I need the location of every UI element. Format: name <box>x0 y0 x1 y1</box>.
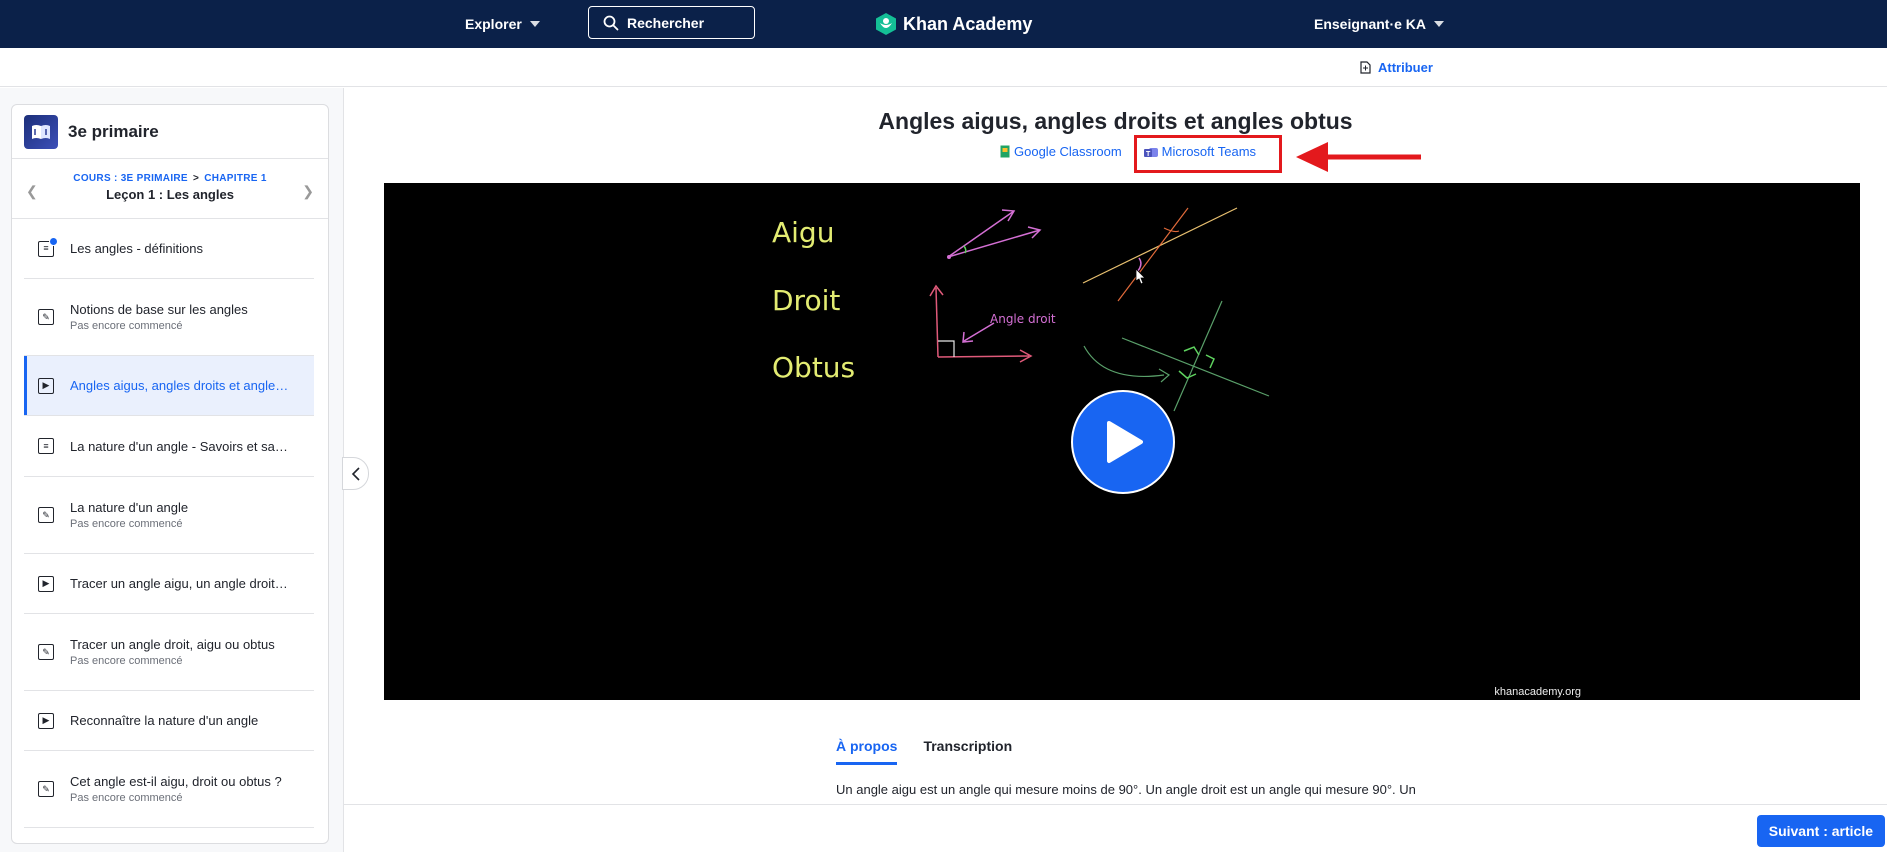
lesson-item-title: La nature d'un angle <box>70 500 189 515</box>
lesson-item[interactable]: ✎ La nature d'un angle Pas encore commenc… <box>24 477 314 554</box>
explore-label: Explorer <box>465 16 522 32</box>
chevron-down-icon <box>1434 21 1445 27</box>
course-navigation: 3e primaire ❮ COURS : 3E PRIMAIRE > CHAP… <box>11 104 329 844</box>
next-article-button[interactable]: Suivant : article <box>1756 815 1885 847</box>
lesson-item-title: Notions de base sur les angles <box>70 302 248 317</box>
sidebar: 3e primaire ❮ COURS : 3E PRIMAIRE > CHAP… <box>0 88 344 852</box>
article-icon: ≡ <box>38 438 54 454</box>
lesson-item-title: Cet angle est-il aigu, droit ou obtus ? <box>70 774 282 789</box>
lesson-item-title: Angles aigus, angles droits et angles ob… <box>70 378 290 393</box>
assign-button[interactable]: Attribuer <box>1360 60 1433 75</box>
previous-lesson-icon[interactable]: ❮ <box>26 183 38 200</box>
book-icon <box>24 114 58 149</box>
lesson-item-title: Reconnaître la nature d'un angle <box>70 713 259 728</box>
assign-label: Attribuer <box>1378 60 1433 75</box>
lesson-item-status: Pas encore commencé <box>70 518 183 530</box>
exercise-icon: ✎ <box>38 781 54 797</box>
lesson-item-status: Pas encore commencé <box>70 792 183 804</box>
breadcrumb-separator: > <box>193 173 200 184</box>
video-icon: ▶ <box>38 712 54 729</box>
video-icon: ▶ <box>38 575 54 592</box>
lesson-item[interactable]: ▶ Reconnaître la nature d'un angle <box>24 691 314 751</box>
lesson-item[interactable]: ✎ Cet angle est-il aigu, droit ou obtus … <box>24 751 314 828</box>
lesson-item[interactable]: ✎ Notions de base sur les angles Pas enco… <box>24 279 314 356</box>
lesson-item-status: Pas encore commencé <box>70 655 183 667</box>
collapse-sidebar-button[interactable] <box>342 457 369 490</box>
page-title: Angles aigus, angles droits et angles ob… <box>878 108 1353 134</box>
completed-badge-icon <box>49 236 58 246</box>
course-title: 3e primaire <box>68 121 159 141</box>
lesson-item-title: Les angles - définitions <box>70 241 203 256</box>
lesson-item[interactable]: ▶ Tracer un angle aigu, un angle droit o… <box>24 554 314 614</box>
highlight-box <box>1134 135 1282 173</box>
assign-document-icon <box>1360 61 1371 74</box>
breadcrumb: COURS : 3E PRIMAIRE > CHAPITRE 1 <box>12 159 328 184</box>
lesson-item-active[interactable]: ▶ Angles aigus, angles droits et angles … <box>24 356 314 416</box>
user-label: Enseignant·e KA <box>1314 16 1427 32</box>
video-description: Un angle aigu est un angle qui mesure mo… <box>836 782 1416 797</box>
lesson-item[interactable]: ✎ Tracer un angle droit, aigu ou obtus Pa… <box>24 614 314 691</box>
action-bar: Attribuer <box>0 48 1887 87</box>
khan-academy-logo[interactable]: Khan Academy <box>875 0 1032 48</box>
play-button[interactable] <box>1071 390 1175 494</box>
video-watermark: khanacademy.org <box>1494 686 1581 698</box>
lesson-item[interactable]: ≡ Les angles - définitions <box>24 219 314 279</box>
tab-transcript[interactable]: Transcription <box>923 738 1012 765</box>
highlight-arrow-icon <box>1296 142 1421 172</box>
video-icon: ▶ <box>38 377 54 394</box>
next-lesson-icon[interactable]: ❯ <box>302 183 314 200</box>
user-menu[interactable]: Enseignant·e KA <box>1314 0 1445 48</box>
breadcrumb-course-link[interactable]: COURS : 3E PRIMAIRE <box>73 173 188 184</box>
chevron-down-icon <box>529 21 540 27</box>
logo-text: Khan Academy <box>903 13 1033 34</box>
google-classroom-icon <box>1000 145 1010 158</box>
video-annotation: Angle droit <box>990 312 1056 326</box>
google-classroom-label: Google Classroom <box>1014 144 1122 159</box>
lesson-item[interactable]: ≡ La nature d'un angle - Savoirs et savo… <box>24 416 314 477</box>
lesson-title: Leçon 1 : Les angles <box>106 187 234 202</box>
leaf-logo-icon <box>876 13 896 35</box>
play-icon <box>1107 421 1143 463</box>
chevron-left-icon <box>351 466 360 481</box>
footer-bar: Suivant : article <box>344 804 1887 852</box>
exercise-icon: ✎ <box>38 644 54 660</box>
lesson-item-title: Tracer un angle aigu, un angle droit ou … <box>70 576 290 591</box>
exercise-icon: ✎ <box>38 507 54 523</box>
content-tabs: À propos Transcription <box>836 738 1012 765</box>
search-button[interactable]: Rechercher <box>588 6 755 39</box>
lesson-item-title: Tracer un angle droit, aigu ou obtus <box>70 637 275 652</box>
lesson-navigator: ❮ COURS : 3E PRIMAIRE > CHAPITRE 1 Leçon… <box>12 159 328 219</box>
top-navigation: Explorer Rechercher Khan Academy Enseign… <box>0 0 1887 48</box>
google-classroom-link[interactable]: Google Classroom <box>1000 144 1122 159</box>
exercise-icon: ✎ <box>38 309 54 325</box>
course-header[interactable]: 3e primaire <box>12 105 328 159</box>
lesson-item-status: Pas encore commencé <box>70 320 183 332</box>
breadcrumb-chapter-link[interactable]: CHAPITRE 1 <box>204 173 266 184</box>
explore-menu[interactable]: Explorer <box>465 0 540 48</box>
video-player[interactable]: Aigu Droit Obtus Angle droit khanacademy… <box>384 183 1860 700</box>
search-label: Rechercher <box>627 14 705 31</box>
article-icon: ≡ <box>38 236 58 257</box>
tab-about[interactable]: À propos <box>836 738 898 765</box>
search-icon <box>603 15 619 30</box>
lesson-item-title: La nature d'un angle - Savoirs et savoir… <box>70 438 290 454</box>
